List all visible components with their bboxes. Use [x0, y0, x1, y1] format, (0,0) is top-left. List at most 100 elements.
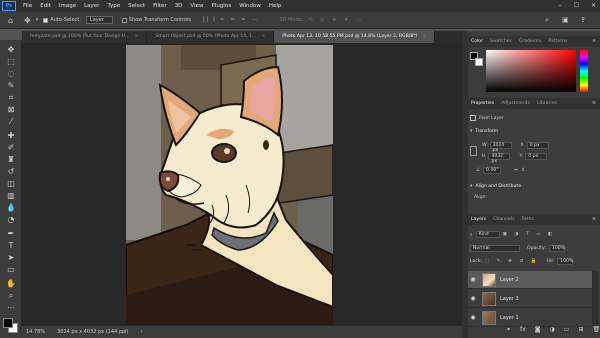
eye-icon[interactable]: ◉	[468, 314, 478, 321]
close-icon[interactable]: ✕	[591, 0, 596, 12]
eye-icon[interactable]: ◉	[468, 295, 478, 302]
eye-icon[interactable]: ◉	[468, 276, 478, 283]
new-layer-icon[interactable]: ⊞	[578, 326, 583, 336]
tab-paths[interactable]: Paths	[521, 217, 534, 222]
menu-3d[interactable]: 3D	[171, 0, 187, 12]
lock-icons[interactable]: ⬚ ✎ ✥ ⊡ 🔒	[485, 259, 539, 264]
blur-tool-icon[interactable]: 💧	[5, 202, 17, 214]
zoom-level[interactable]: 14.78%	[26, 329, 45, 335]
layer-kind-filter[interactable]: Kind	[475, 231, 500, 238]
marquee-tool-icon[interactable]: ⬚	[5, 56, 17, 68]
tab-smart-object[interactable]: Smart Object.psd @ 50% (Photo Apr 14, 1.…	[147, 31, 275, 43]
crop-tool-icon[interactable]: ⌗	[5, 92, 17, 104]
quick-select-tool-icon[interactable]: ✎	[5, 80, 17, 92]
menu-select[interactable]: Select	[124, 0, 149, 12]
color-field[interactable]	[486, 50, 576, 92]
auto-select-dropdown[interactable]: Layer	[85, 16, 113, 24]
menu-file[interactable]: File	[19, 0, 36, 12]
rectangle-tool-icon[interactable]: ▭	[5, 264, 17, 276]
hand-tool-icon[interactable]: ✋	[5, 278, 17, 290]
chevron-right-icon[interactable]: ›	[140, 329, 142, 335]
menu-plugins[interactable]: Plugins	[207, 0, 235, 12]
tab-libraries[interactable]: Libraries	[537, 101, 557, 106]
gradient-tool-icon[interactable]: ▥	[5, 190, 17, 202]
history-brush-icon[interactable]: ↺	[5, 166, 17, 178]
adjustment-icon[interactable]: ◑	[550, 326, 555, 336]
flip-vertical-icon[interactable]: ⇕	[521, 168, 525, 173]
y-input[interactable]: 0 px	[525, 153, 548, 160]
minimize-icon[interactable]: –	[559, 0, 562, 12]
workspace-icon[interactable]: ▣	[562, 16, 569, 24]
healing-brush-icon[interactable]: ✚	[5, 130, 17, 142]
panel-menu-icon[interactable]: ≡	[592, 217, 596, 222]
menu-view[interactable]: View	[186, 0, 207, 12]
tab-gradients[interactable]: Gradients	[519, 39, 541, 44]
tab-photo-active[interactable]: Photo Apr 13, 10 58 55 PM.psd @ 14.8% (L…	[274, 31, 436, 43]
angle-input[interactable]: 0.00°	[483, 167, 502, 174]
transform-section-header[interactable]: ▾ Transform	[470, 129, 498, 134]
tab-swatches[interactable]: Swatches	[490, 39, 512, 44]
tab-color[interactable]: Color	[471, 39, 483, 44]
eraser-tool-icon[interactable]: ◫	[5, 178, 17, 190]
move-tool-icon[interactable]: ✥	[24, 16, 31, 25]
tab-layers[interactable]: Layers	[471, 217, 486, 222]
fill-input[interactable]: 100%	[557, 258, 573, 265]
more-tools-icon[interactable]: ⋯	[5, 302, 17, 314]
clone-stamp-icon[interactable]: ♜	[5, 154, 17, 166]
chevron-down-icon[interactable]: ▾	[36, 17, 39, 23]
tab-template[interactable]: template.psd @ 100% (Put Your Design H..…	[22, 31, 148, 43]
photoshop-logo-icon[interactable]: Ps	[2, 1, 16, 11]
mask-icon[interactable]: ◙	[535, 326, 541, 336]
tab-adjustments[interactable]: Adjustments	[501, 101, 530, 106]
filter-icons[interactable]: ▣ ◑ T ▭ ◧	[503, 232, 556, 237]
maximize-icon[interactable]: ☐	[574, 0, 579, 12]
foreground-color-swatch[interactable]	[3, 318, 13, 328]
fx-icon[interactable]: fx	[520, 326, 526, 336]
tab-patterns[interactable]: Patterns	[548, 39, 567, 44]
close-icon[interactable]: ×	[135, 34, 139, 39]
frame-tool-icon[interactable]: ⊠	[5, 104, 17, 116]
hue-slider[interactable]	[580, 50, 588, 92]
blend-mode-dropdown[interactable]: Normal	[470, 245, 520, 252]
height-input[interactable]: 4032 px	[488, 153, 511, 164]
menu-help[interactable]: Help	[265, 0, 286, 12]
document-canvas[interactable]	[126, 45, 333, 325]
path-select-tool-icon[interactable]: ➤	[5, 252, 17, 264]
dodge-tool-icon[interactable]: ◔	[5, 214, 17, 226]
brush-tool-icon[interactable]: ✐	[5, 142, 17, 154]
trash-icon[interactable]: 🗑	[592, 326, 600, 336]
panel-menu-icon[interactable]: ≡	[592, 39, 596, 44]
tab-properties[interactable]: Properties	[471, 101, 494, 106]
eyedropper-tool-icon[interactable]: ⁄	[5, 116, 17, 128]
move-tool-icon[interactable]: ✥	[5, 44, 17, 56]
menu-type[interactable]: Type	[103, 0, 124, 12]
layers-scrollbar[interactable]	[592, 271, 598, 326]
align-icons[interactable]: ▕▏▏═ ═ ═ ⋯	[200, 17, 260, 23]
share-icon[interactable]: ⇪	[580, 16, 586, 24]
close-icon[interactable]: ×	[261, 34, 265, 39]
color-swatches[interactable]	[3, 318, 19, 334]
lasso-tool-icon[interactable]: ◌	[5, 68, 17, 80]
menu-window[interactable]: Window	[235, 0, 265, 12]
opacity-input[interactable]: 100%	[548, 245, 565, 252]
tab-channels[interactable]: Channels	[493, 217, 514, 222]
link-dimensions-icon[interactable]	[470, 146, 477, 156]
layer-row-layer-3[interactable]: ◉ Layer 3	[468, 290, 592, 308]
auto-select-checkbox[interactable]: Auto-Select:	[43, 17, 81, 23]
pen-tool-icon[interactable]: ✒	[5, 228, 17, 240]
menu-edit[interactable]: Edit	[36, 0, 55, 12]
menu-filter[interactable]: Filter	[149, 0, 171, 12]
x-input[interactable]: 0 px	[526, 142, 549, 149]
align-section-header[interactable]: ▾ Align and Distribute	[470, 184, 521, 189]
search-icon[interactable]: ⌕	[545, 16, 549, 25]
background-color-chip[interactable]	[475, 58, 483, 66]
flip-horizontal-icon[interactable]: ⇔	[514, 168, 518, 173]
panel-menu-icon[interactable]: ≡	[592, 101, 596, 106]
home-icon[interactable]: ⌂	[8, 16, 13, 25]
menu-image[interactable]: Image	[55, 0, 80, 12]
show-transform-checkbox[interactable]: Show Transform Controls	[121, 17, 191, 23]
menu-layer[interactable]: Layer	[80, 0, 103, 12]
close-icon[interactable]: ×	[422, 34, 426, 39]
group-icon[interactable]: ▭	[564, 326, 570, 336]
layer-row-layer-1[interactable]: ◉ Layer 1	[468, 309, 592, 327]
